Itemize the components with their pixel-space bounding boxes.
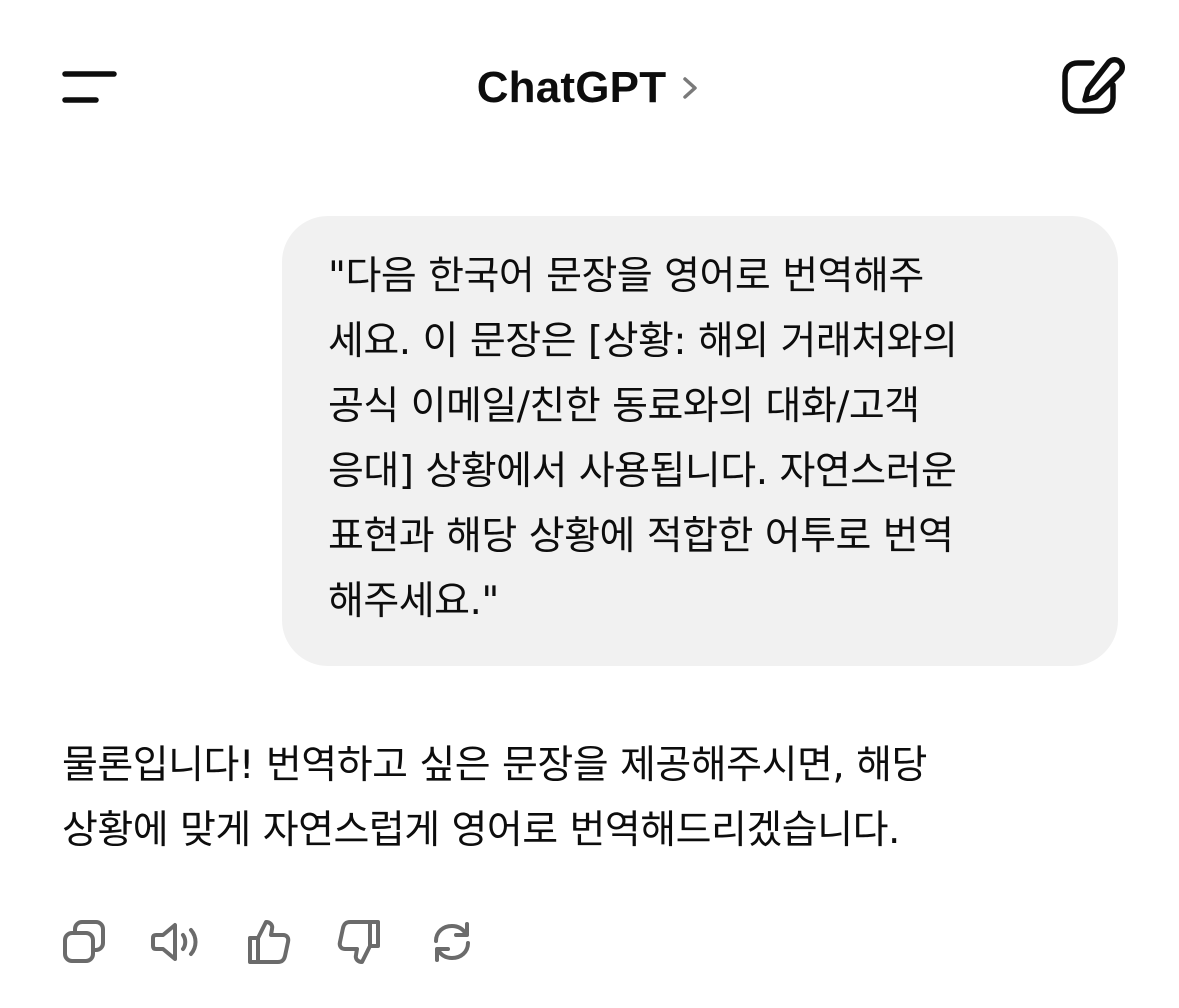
regenerate-button[interactable] <box>424 914 480 970</box>
copy-icon <box>63 920 105 963</box>
assistant-message-text: 물론입니다! 번역하고 싶은 문장을 제공해주시면, 해당 상황에 맞게 자연스… <box>62 743 927 853</box>
new-chat-icon <box>1062 57 1125 114</box>
copy-button[interactable] <box>56 914 112 970</box>
user-message-bubble: "다음 한국어 문장을 영어로 번역해주 세요. 이 문장은 [상황: 해외 거… <box>282 216 1118 666</box>
thumbs-down-icon <box>337 920 380 964</box>
thumbs-down-button[interactable] <box>332 914 388 970</box>
new-chat-button[interactable] <box>1052 52 1132 124</box>
thumbs-up-icon <box>248 920 291 964</box>
chat-screen: ChatGPT "다음 한국어 문장을 영어로 번역해주 세요. 이 문장은 [… <box>0 0 1179 1008</box>
title-area: ChatGPT <box>0 58 1179 118</box>
chevron-right-icon <box>683 77 698 99</box>
message-actions <box>56 910 516 974</box>
read-aloud-button[interactable] <box>148 914 204 970</box>
read-aloud-icon <box>151 923 198 961</box>
thumbs-up-button[interactable] <box>240 914 296 970</box>
assistant-message: 물론입니다! 번역하고 싶은 문장을 제공해주시면, 해당 상황에 맞게 자연스… <box>62 733 1122 863</box>
top-bar: ChatGPT <box>0 0 1179 175</box>
model-selector[interactable]: ChatGPT <box>477 63 703 113</box>
app-title: ChatGPT <box>476 63 667 112</box>
regenerate-icon <box>434 922 470 962</box>
user-message-text: "다음 한국어 문장을 영어로 번역해주 세요. 이 문장은 [상황: 해외 거… <box>328 254 958 624</box>
